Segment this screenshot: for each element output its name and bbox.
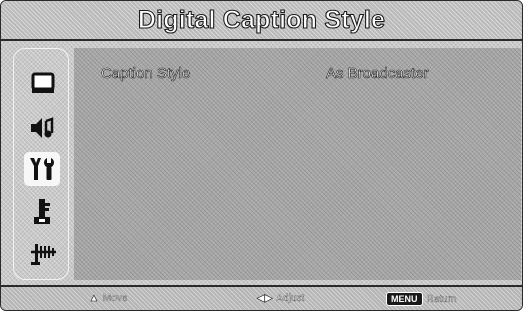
caption-style-value[interactable]: As Broadcaster [326, 65, 429, 83]
sidebar-item-setup[interactable] [24, 152, 60, 186]
sidebar-item-picture[interactable] [28, 68, 58, 98]
move-hint-label: Move [102, 293, 128, 304]
tv-osd-screen: Digital Caption Style Caption Style As B… [0, 0, 523, 311]
adjust-hint: ◀▶ Adjust [257, 293, 305, 305]
antenna-icon [31, 244, 56, 265]
picture-icon [31, 72, 55, 93]
settings-panel: Caption Style As Broadcaster [74, 48, 521, 280]
up-down-arrow-icon: ▲︎ [89, 293, 100, 305]
footer-hints: ▲︎ Move ◀▶ Adjust MENU Return [1, 285, 522, 310]
menu-key-badge: MENU [386, 292, 423, 306]
caption-style-label[interactable]: Caption Style [101, 65, 191, 83]
page-title: Digital Caption Style [137, 5, 386, 34]
lock-key-icon [34, 199, 50, 224]
left-right-arrow-icon: ◀▶ [257, 293, 273, 305]
move-hint: ▲︎ Move [89, 293, 128, 305]
return-hint: MENU Return [386, 292, 457, 306]
sound-icon [31, 117, 54, 138]
title-bar: Digital Caption Style [1, 1, 522, 41]
adjust-hint-label: Adjust [276, 293, 305, 304]
menu-sidebar [13, 48, 69, 280]
return-hint-label: Return [426, 293, 457, 305]
sidebar-item-channel[interactable] [28, 237, 58, 267]
sidebar-item-lock[interactable] [28, 197, 58, 227]
setup-tools-icon [30, 158, 54, 180]
sidebar-item-sound[interactable] [28, 113, 58, 143]
